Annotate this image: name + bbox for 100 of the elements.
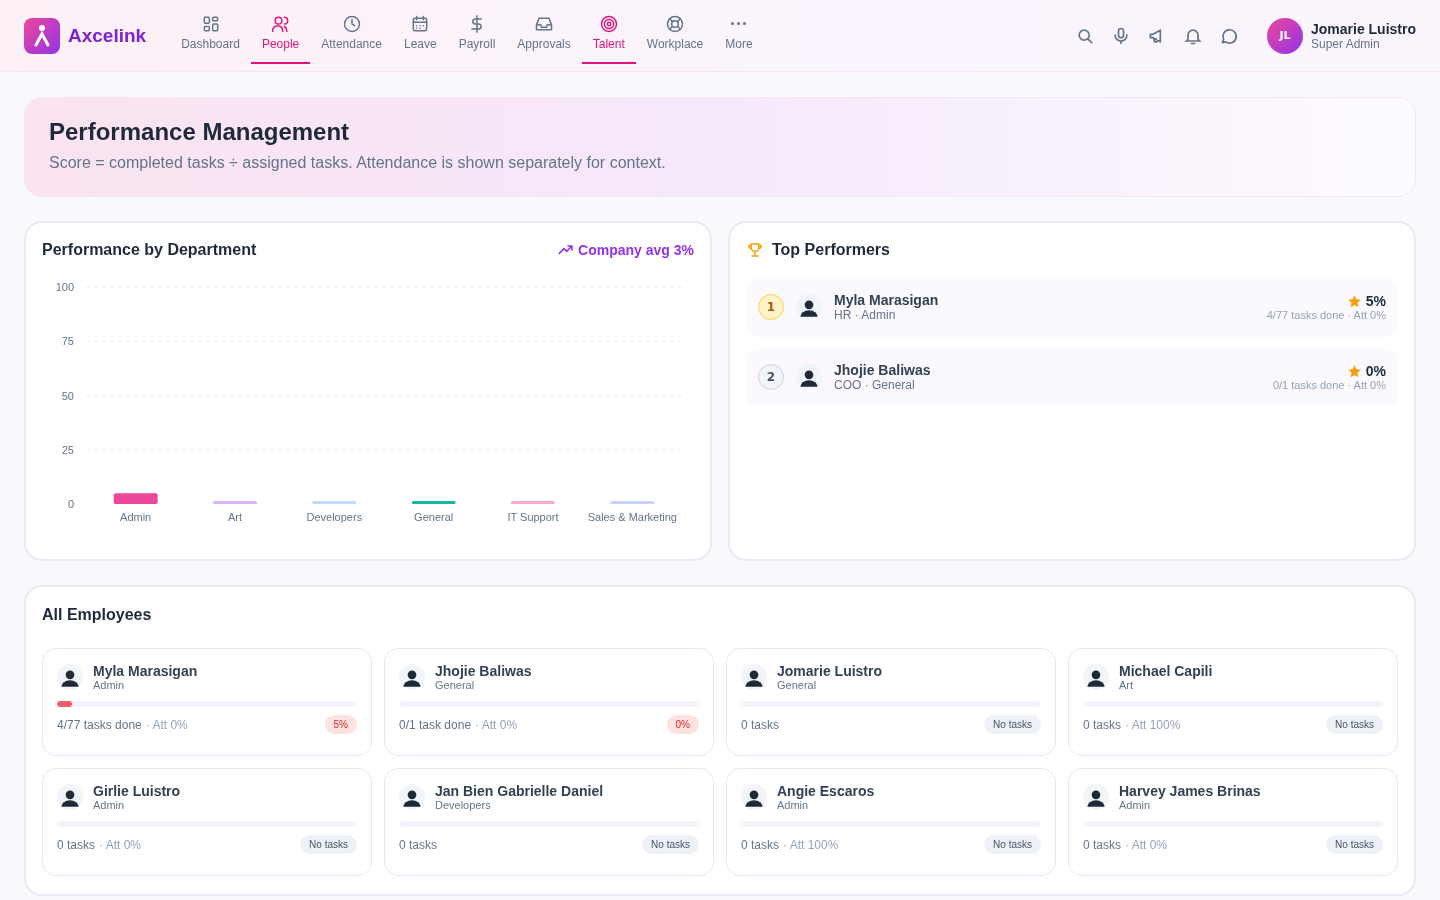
brand-name: Axcelink (68, 24, 147, 47)
page-subtitle: Score = completed tasks ÷ assigned tasks. Attendance is shown separately for context. (49, 154, 667, 172)
attendance-rate: · Att 0% (1125, 837, 1168, 852)
avatar-icon (399, 784, 425, 810)
employee-name: Girlie Luistro (93, 783, 181, 799)
people-icon (270, 14, 291, 34)
card-title: All Employees (42, 606, 152, 623)
performer-score: 0% (1365, 363, 1386, 379)
avatar-icon (57, 784, 83, 810)
user-avatar[interactable]: JL (1266, 17, 1303, 54)
nav-tab[interactable]: More (714, 0, 764, 64)
employee-department: Admin (1119, 799, 1152, 811)
trophy-icon (746, 241, 764, 259)
employee-name: Harvey James Brinas (1119, 783, 1261, 799)
nav-tab[interactable]: Workplace (635, 0, 715, 64)
score-badge: No tasks (1326, 715, 1383, 734)
attendance-rate: · Att 0% (145, 717, 188, 732)
avatar-icon (741, 784, 767, 810)
employee-name: Angie Escaros (777, 783, 875, 799)
attendance-rate: · Att 100% (1125, 717, 1181, 732)
performer-name: Jhojie Baliwas (834, 362, 931, 378)
employee-department: Art (1119, 679, 1135, 691)
employee-department: Admin (777, 799, 810, 811)
axis-label: Admin (120, 511, 152, 523)
rank-badge: 2 (758, 364, 784, 390)
axis-label: Art (227, 511, 243, 523)
avatar-icon (57, 664, 83, 690)
performer-detail: 4/77 tasks done · Att 0% (1266, 309, 1386, 321)
employee-department: Admin (93, 679, 126, 691)
employee-card[interactable]: Harvey James Brinas Admin 0 tasks · Att 0% No tasks (1068, 768, 1398, 876)
axis-label: Sales & Marketing (587, 511, 677, 523)
task-count: 0 tasks (741, 837, 779, 852)
attendance-rate: · Att 0% (99, 837, 142, 852)
score-badge: 0% (666, 715, 699, 734)
axis-label: IT Support (507, 511, 559, 523)
nav-tab[interactable]: Attendance (310, 0, 393, 64)
performer-row[interactable]: 2 Jhojie Baliwas COO · General 0% 0/1 tasks done · Att 0% (746, 347, 1398, 407)
axis-label: Developers (306, 511, 363, 523)
company-average: Company avg 3% (578, 242, 694, 258)
nav-tab[interactable]: Approvals (506, 0, 582, 64)
axis-label: 50 (61, 389, 74, 402)
task-count: 0 tasks (57, 837, 95, 852)
avatar-icon (796, 294, 822, 320)
nav-tab[interactable]: Talent (581, 0, 636, 64)
score-badge: 5% (324, 715, 357, 734)
task-count: 0/1 task done (399, 717, 472, 732)
performer-role: COO · General (834, 378, 916, 392)
chart-bar (213, 501, 257, 504)
employee-card[interactable]: Jomarie Luistro General 0 tasks No tasks (726, 648, 1056, 756)
employee-card[interactable]: Angie Escaros Admin 0 tasks · Att 100% No tasks (726, 768, 1056, 876)
nav-tab[interactable]: Payroll (447, 0, 507, 64)
rank-badge: 1 (758, 294, 784, 320)
star-icon (1346, 293, 1362, 309)
logo-icon (24, 17, 60, 54)
attendance-rate: · Att 100% (783, 837, 839, 852)
chart-bar (312, 501, 357, 504)
task-count: 0 tasks (399, 837, 437, 852)
score-badge: No tasks (1326, 835, 1383, 854)
score-badge: No tasks (984, 715, 1041, 734)
performer-detail: 0/1 tasks done · Att 0% (1272, 379, 1386, 391)
employee-card[interactable]: Myla Marasigan Admin 4/77 tasks done · Att 0% 5% (42, 648, 372, 756)
performer-name: Myla Marasigan (834, 292, 939, 308)
nav-tab[interactable]: Dashboard (170, 0, 251, 64)
user-name: Jomarie Luistro (1310, 20, 1416, 37)
employee-card[interactable]: Michael Capili Art 0 tasks · Att 100% No tasks (1068, 648, 1398, 756)
axis-label: General (414, 511, 454, 523)
tray-icon (534, 14, 555, 34)
card-title: Performance by Department (42, 241, 257, 259)
employee-department: Admin (93, 799, 126, 811)
avatar-icon (741, 664, 767, 690)
user-role: Super Admin (1310, 36, 1381, 51)
task-count: 0 tasks (1083, 717, 1121, 732)
employee-department: Developers (435, 799, 492, 811)
axis-label: 25 (61, 443, 74, 456)
chart-bar (411, 501, 456, 504)
target-icon (598, 14, 619, 34)
employee-card[interactable]: Girlie Luistro Admin 0 tasks · Att 0% No tasks (42, 768, 372, 876)
avatar-icon (1083, 784, 1109, 810)
employee-name: Jhojie Baliwas (435, 663, 532, 679)
nav-tab[interactable]: Leave (392, 0, 448, 64)
employee-card[interactable]: Jhojie Baliwas General 0/1 task done · Att 0% 0% (384, 648, 714, 756)
task-count: 0 tasks (741, 717, 779, 732)
nav-tab[interactable]: People (250, 0, 311, 64)
employee-name: Myla Marasigan (93, 663, 198, 679)
score-badge: No tasks (984, 835, 1041, 854)
score-badge: No tasks (300, 835, 357, 854)
avatar-icon (796, 364, 822, 390)
employee-card[interactable]: Jan Bien Gabrielle Daniel Developers 0 tasks No tasks (384, 768, 714, 876)
task-count: 0 tasks (1083, 837, 1121, 852)
page-title: Performance Management (49, 118, 351, 146)
employee-name: Michael Capili (1119, 663, 1213, 679)
clock-icon (341, 14, 362, 34)
star-icon (1346, 363, 1362, 379)
axis-label: 75 (61, 335, 74, 348)
chart-bar (113, 493, 158, 504)
attendance-rate: · Att 0% (475, 717, 518, 732)
performer-row[interactable]: 1 Myla Marasigan HR · Admin 5% 4/77 tasks done · Att 0% (746, 277, 1398, 337)
employee-department: General (435, 679, 476, 691)
card-title: Top Performers (772, 241, 890, 259)
employee-department: General (777, 679, 818, 691)
